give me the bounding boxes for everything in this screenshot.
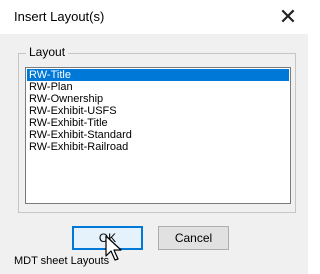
status-text: MDT sheet Layouts [14,255,110,267]
list-item[interactable]: RW-Plan [27,81,289,93]
list-item[interactable]: RW-Title [27,69,289,81]
insert-layout-dialog: Insert Layout(s) ✕ Layout RW-Title RW-Pl… [0,0,308,274]
list-item[interactable]: RW-Exhibit-Title [27,117,289,129]
list-item[interactable]: RW-Exhibit-Railroad [27,141,289,153]
title-bar[interactable]: Insert Layout(s) ✕ [0,0,308,34]
list-item[interactable]: RW-Ownership [27,93,289,105]
dialog-title: Insert Layout(s) [14,9,105,24]
list-item[interactable]: RW-Exhibit-Standard [27,129,289,141]
close-button[interactable]: ✕ [268,0,308,34]
layout-group-label: Layout [26,45,69,59]
arrow-pointer-icon [105,235,122,261]
layout-listbox[interactable]: RW-Title RW-Plan RW-Ownership RW-Exhibit… [25,67,291,204]
close-icon: ✕ [278,4,298,29]
list-item[interactable]: RW-Exhibit-USFS [27,105,289,117]
cancel-button[interactable]: Cancel [158,226,229,250]
